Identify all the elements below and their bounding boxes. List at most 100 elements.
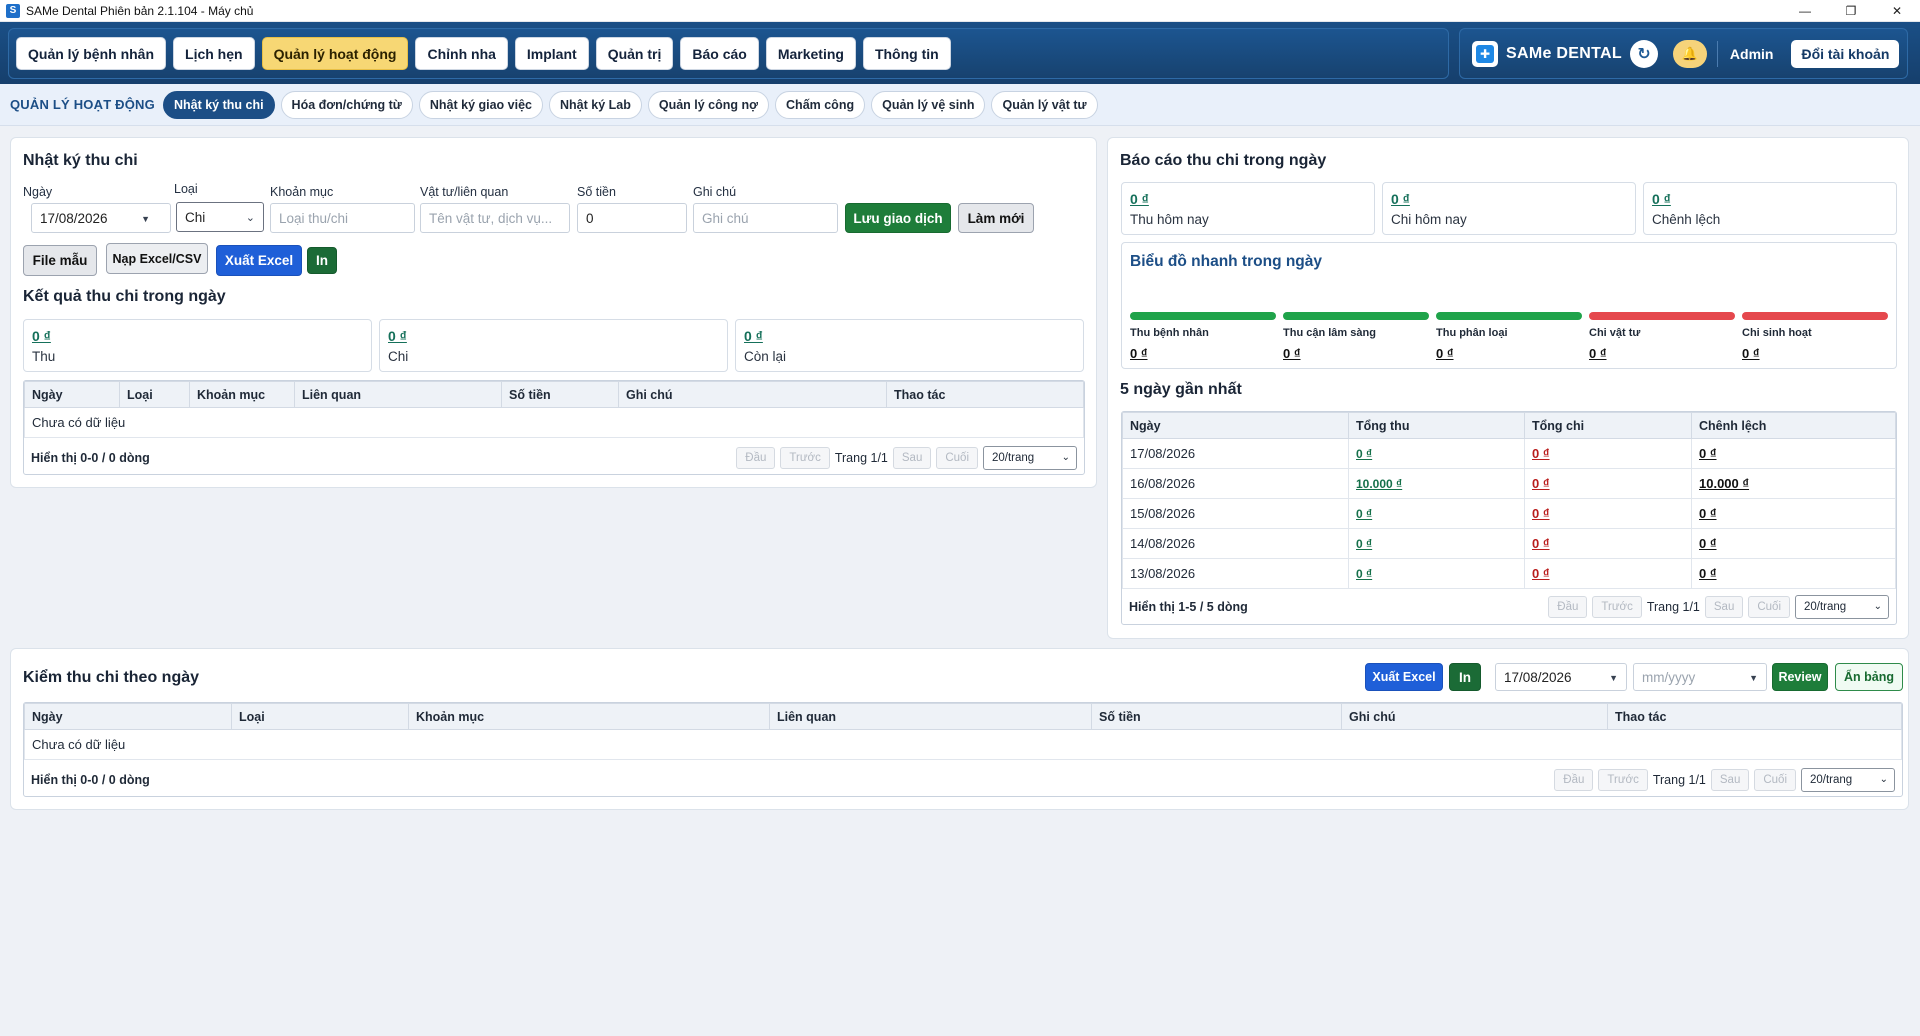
switch-account-button[interactable]: Đổi tài khoản xyxy=(1791,39,1900,68)
tab-hygiene[interactable]: Quản lý vệ sinh xyxy=(871,90,986,119)
chevron-down-icon: ⌄ xyxy=(245,212,255,224)
category-input[interactable]: Loại thu/chi xyxy=(270,203,415,233)
nav-implant[interactable]: Implant xyxy=(514,37,589,70)
save-transaction-button[interactable]: Lưu giao dịch xyxy=(845,203,951,233)
first-page-button[interactable]: Đầu xyxy=(1548,595,1588,618)
audit-month-placeholder: mm/yyyy xyxy=(1642,669,1696,685)
audit-table: Ngày Loại Khoản mục Liên quan Số tiền Gh… xyxy=(24,703,1902,760)
page-indicator: Trang 1/1 xyxy=(1652,772,1706,787)
last5-table-wrapper: Ngày Tổng thu Tổng chi Chênh lệch 17/08/… xyxy=(1121,411,1897,625)
sub-navigation: QUẢN LÝ HOẠT ĐỘNG Nhật ký thu chi Hóa đơ… xyxy=(0,84,1920,126)
row-expense: 0 ₫ xyxy=(1532,476,1550,491)
audit-export-excel-button[interactable]: Xuất Excel xyxy=(1365,663,1443,691)
column-header: Thao tác xyxy=(886,381,1084,408)
empty-message: Chưa có dữ liệu xyxy=(24,729,1902,760)
per-page-select[interactable]: 20/trang ⌄ xyxy=(1801,767,1895,792)
chevron-down-icon: ⌄ xyxy=(1061,451,1070,463)
nav-info[interactable]: Thông tin xyxy=(862,37,951,70)
next-page-button[interactable]: Sau xyxy=(1704,595,1744,618)
last-page-button[interactable]: Cuối xyxy=(1754,768,1796,791)
result-table: Ngày Loại Khoản mục Liên quan Số tiền Gh… xyxy=(24,381,1084,438)
date-field[interactable]: 17/08/2026 ▼ xyxy=(31,203,171,233)
next-page-button[interactable]: Sau xyxy=(1710,768,1750,791)
audit-month-field[interactable]: mm/yyyy ▼ xyxy=(1633,663,1767,691)
per-page-select[interactable]: 20/trang ⌄ xyxy=(983,445,1077,470)
row-income: 0 ₫ xyxy=(1356,507,1373,521)
column-header: Ghi chú xyxy=(618,381,887,408)
column-header: Ngày xyxy=(1122,412,1349,439)
tab-supplies[interactable]: Quản lý vật tư xyxy=(991,90,1098,119)
income-label: Thu xyxy=(32,349,56,364)
column-header: Số tiền xyxy=(501,381,619,408)
amount-input[interactable]: 0 xyxy=(577,203,687,233)
bar-label: Thu bệnh nhân xyxy=(1130,327,1209,339)
row-diff: 0 ₫ xyxy=(1699,566,1717,581)
result-table-wrapper: Ngày Loại Khoản mục Liên quan Số tiền Gh… xyxy=(23,380,1085,475)
bar-label: Chi vật tư xyxy=(1589,327,1641,339)
journal-title: Nhật ký thu chi xyxy=(23,152,138,169)
nav-patients[interactable]: Quản lý bệnh nhân xyxy=(16,37,167,70)
hide-table-button[interactable]: Ẩn bảng xyxy=(1835,663,1903,691)
nav-orthodontics[interactable]: Chỉnh nha xyxy=(415,37,508,70)
main-menu: Quản lý bệnh nhân Lịch hẹn Quản lý hoạt … xyxy=(8,28,1449,79)
window-title: SAMe Dental Phiên bản 2.1.104 - Máy chủ xyxy=(26,3,254,18)
first-page-button[interactable]: Đầu xyxy=(1554,768,1594,791)
nav-operations[interactable]: Quản lý hoạt động xyxy=(261,37,409,70)
page-indicator: Trang 1/1 xyxy=(1646,599,1700,614)
bar-category-income xyxy=(1436,312,1582,320)
tab-debts[interactable]: Quản lý công nợ xyxy=(647,90,770,119)
maximize-button[interactable]: ❐ xyxy=(1828,0,1874,22)
prev-page-button[interactable]: Trước xyxy=(780,446,830,469)
expense-value: 0 ₫ xyxy=(388,328,407,344)
column-header: Tổng chi xyxy=(1524,412,1692,439)
minimize-button[interactable]: — xyxy=(1782,0,1828,22)
per-page-select[interactable]: 20/trang ⌄ xyxy=(1795,594,1889,619)
column-header: Loại xyxy=(119,381,190,408)
first-page-button[interactable]: Đầu xyxy=(736,446,776,469)
brand-logo-icon: ✚ xyxy=(1472,40,1498,67)
last-page-button[interactable]: Cuối xyxy=(936,446,978,469)
nav-reports[interactable]: Báo cáo xyxy=(680,37,759,70)
import-excel-button[interactable]: Nạp Excel/CSV xyxy=(106,243,208,274)
review-button[interactable]: Review xyxy=(1772,663,1828,691)
tab-timekeeping[interactable]: Chấm công xyxy=(775,90,866,119)
tab-cash-journal[interactable]: Nhật ký thu chi xyxy=(162,90,275,119)
column-header: Chênh lệch xyxy=(1691,412,1896,439)
template-file-button[interactable]: File mẫu xyxy=(23,245,97,276)
nav-marketing[interactable]: Marketing xyxy=(765,37,856,70)
print-button[interactable]: In xyxy=(307,247,337,274)
per-page-value: 20/trang xyxy=(992,451,1035,464)
bell-icon[interactable]: 🔔 xyxy=(1672,39,1707,68)
column-header: Ngày xyxy=(24,381,120,408)
app-icon: S xyxy=(6,3,20,18)
type-select[interactable]: Chi ⌄ xyxy=(176,202,264,232)
today-diff-label: Chênh lệch xyxy=(1652,212,1721,227)
audit-date-value: 17/08/2026 xyxy=(1504,669,1572,685)
refresh-icon[interactable]: ↻ xyxy=(1629,39,1658,68)
nav-admin[interactable]: Quản trị xyxy=(595,37,674,70)
tab-invoices[interactable]: Hóa đơn/chứng từ xyxy=(280,90,413,119)
tab-lab-log[interactable]: Nhật ký Lab xyxy=(549,90,642,119)
last-page-button[interactable]: Cuối xyxy=(1748,595,1790,618)
last5-table: Ngày Tổng thu Tổng chi Chênh lệch 17/08/… xyxy=(1122,412,1896,589)
column-header: Ghi chú xyxy=(1341,703,1608,730)
prev-page-button[interactable]: Trước xyxy=(1598,768,1648,791)
audit-date-field[interactable]: 17/08/2026 ▼ xyxy=(1495,663,1627,691)
export-excel-button[interactable]: Xuất Excel xyxy=(216,245,302,276)
reset-button[interactable]: Làm mới xyxy=(958,203,1034,233)
note-input[interactable]: Ghi chú xyxy=(693,203,838,233)
today-diff-stat: 0 ₫ Chênh lệch xyxy=(1643,182,1897,235)
bar-paraclinical-income xyxy=(1283,312,1429,320)
user-name[interactable]: Admin xyxy=(1730,46,1774,62)
date-value: 17/08/2026 xyxy=(40,210,108,226)
related-input[interactable]: Tên vật tư, dịch vụ... xyxy=(420,203,570,233)
prev-page-button[interactable]: Trước xyxy=(1592,595,1642,618)
table-row: 16/08/2026 10.000 ₫ 0 ₫ 10.000 ₫ xyxy=(1122,468,1896,499)
next-page-button[interactable]: Sau xyxy=(892,446,932,469)
tab-task-log[interactable]: Nhật ký giao việc xyxy=(418,90,543,119)
nav-appointments[interactable]: Lịch hẹn xyxy=(173,37,255,70)
row-diff: 0 ₫ xyxy=(1699,506,1717,521)
close-button[interactable]: ✕ xyxy=(1874,0,1920,22)
audit-print-button[interactable]: In xyxy=(1449,663,1481,691)
row-expense: 0 ₫ xyxy=(1532,506,1550,521)
